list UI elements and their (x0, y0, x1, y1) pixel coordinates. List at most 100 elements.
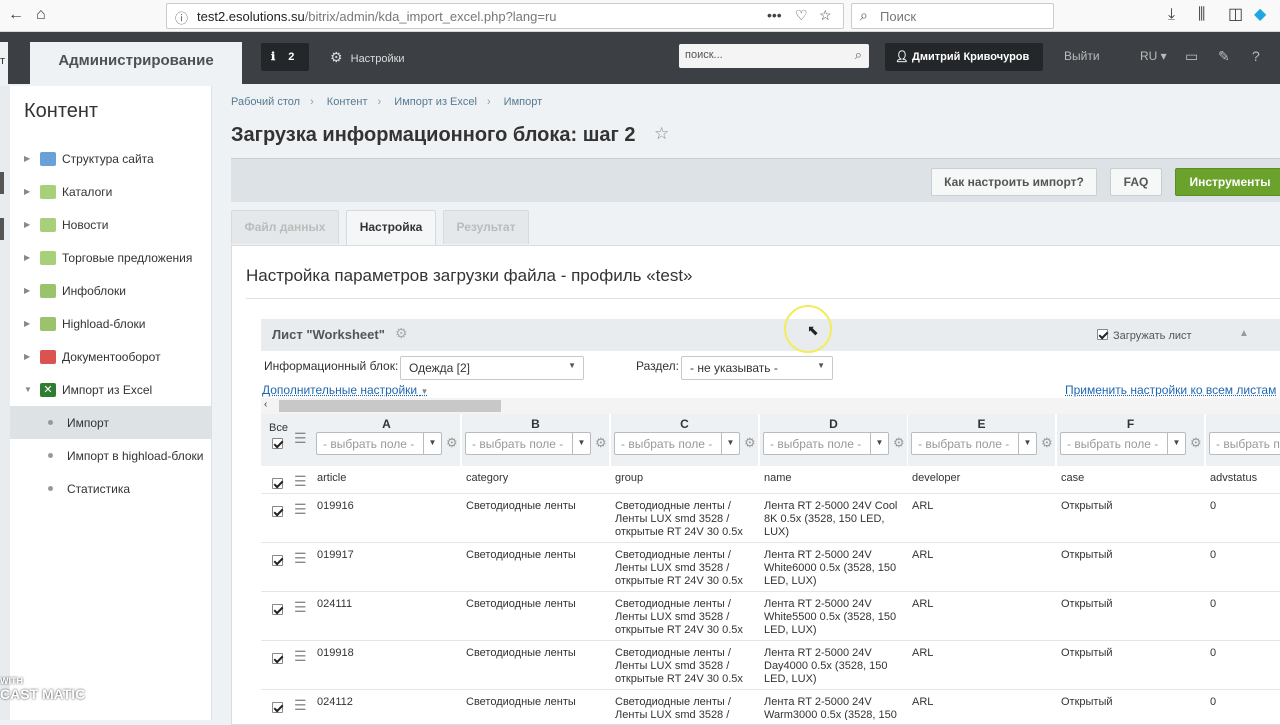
logout-link[interactable]: Выйти (1064, 49, 1100, 63)
checkbox-checked[interactable] (272, 702, 283, 713)
row-checkbox[interactable] (272, 701, 283, 716)
sidebar-item-infoblocks[interactable]: ▶ Инфоблоки (10, 274, 211, 307)
scroll-left-icon[interactable]: ‹ (264, 399, 267, 410)
column-gear-icon[interactable]: ⚙ (446, 435, 458, 451)
column-gear-icon[interactable]: ⚙ (1190, 435, 1202, 451)
apply-all-sheets-link[interactable]: Применить настройки ко всем листам (1065, 383, 1276, 397)
sidebar-item-catalogs[interactable]: ▶ Каталоги (10, 175, 211, 208)
field-select[interactable]: - выбрать поле -▼ (614, 432, 740, 455)
checkbox-checked[interactable] (272, 506, 283, 517)
sidebar-item-excel-import[interactable]: ▼ ✕ Импорт из Excel (10, 373, 211, 406)
downloads-icon[interactable]: ⤓ (1168, 5, 1175, 25)
sidebar-item-highload[interactable]: ▶ Highload-блоки (10, 307, 211, 340)
row-checkbox[interactable] (272, 477, 283, 492)
help-icon[interactable]: ? (1252, 48, 1260, 64)
sidebar-item-documents[interactable]: ▶ Документооборот (10, 340, 211, 373)
load-sheet-checkbox[interactable] (1097, 328, 1108, 343)
row-menu-icon[interactable]: ☰ (294, 550, 307, 567)
pin-icon[interactable]: ✎ (1218, 48, 1230, 65)
desktop-icon[interactable]: ▭ (1185, 48, 1198, 65)
row-menu-icon[interactable]: ☰ (294, 473, 307, 490)
column-gear-icon[interactable]: ⚙ (595, 435, 607, 451)
bookmark-star-icon[interactable]: ☆ (819, 7, 832, 24)
breadcrumb-link[interactable]: Контент (327, 96, 368, 108)
site-tab-fragment[interactable]: т (0, 42, 8, 84)
notifications-button[interactable]: ℹ︎ 2 (261, 43, 309, 71)
tools-button[interactable]: Инструменты (1175, 168, 1280, 196)
tab-result[interactable]: Результат (443, 210, 529, 244)
select-all-checkbox[interactable] (272, 437, 283, 452)
dropdown-arrow-icon: ▼ (817, 361, 825, 370)
sidebar-item-site-structure[interactable]: ▶ Структура сайта (10, 142, 211, 175)
sidebar-item-offers[interactable]: ▶ Торговые предложения (10, 241, 211, 274)
section-select[interactable]: - не указывать - ▼ (681, 356, 833, 380)
field-select[interactable]: - выбрать поле -▼ (763, 432, 889, 455)
field-select[interactable]: - выбрать поле -▼ (1209, 432, 1280, 455)
expand-arrow-icon[interactable]: ▶ (24, 253, 40, 262)
user-menu-button[interactable]: 👤︎ Дмитрий Кривочуров (885, 43, 1043, 71)
how-to-import-button[interactable]: Как настроить импорт? (931, 168, 1097, 196)
horizontal-scrollbar[interactable]: ‹ › (261, 398, 1280, 414)
row-menu-icon[interactable]: ☰ (294, 501, 307, 518)
language-selector[interactable]: RU ▾ (1140, 49, 1167, 63)
tab-data-file[interactable]: Файл данных (231, 210, 339, 244)
expand-arrow-icon[interactable]: ▶ (24, 352, 40, 361)
administration-tab[interactable]: Администрирование (30, 42, 242, 84)
favorite-star-icon[interactable]: ☆ (654, 124, 669, 144)
page-actions-icon[interactable]: ••• (767, 7, 782, 23)
site-info-icon[interactable]: ⓘ (175, 8, 188, 27)
checkbox-checked[interactable] (272, 438, 283, 449)
tab-settings[interactable]: Настройка (346, 210, 436, 245)
breadcrumb-link[interactable]: Импорт из Excel (394, 96, 477, 108)
field-select[interactable]: - выбрать поле -▼ (316, 432, 442, 455)
checkbox-checked[interactable] (1097, 329, 1108, 340)
row-menu-icon[interactable]: ☰ (294, 648, 307, 665)
row-checkbox[interactable] (272, 652, 283, 667)
field-select[interactable]: - выбрать поле -▼ (1060, 432, 1186, 455)
back-arrow-icon[interactable]: ← (8, 5, 24, 25)
breadcrumb-link[interactable]: Рабочий стол (231, 96, 300, 108)
checkbox-checked[interactable] (272, 604, 283, 615)
column-gear-icon[interactable]: ⚙ (893, 435, 905, 451)
extension-icon[interactable]: ◆ (1254, 5, 1266, 25)
field-select[interactable]: - выбрать поле -▼ (465, 432, 591, 455)
expand-arrow-icon[interactable]: ▶ (24, 319, 40, 328)
row-menu-icon[interactable]: ☰ (294, 599, 307, 616)
row-checkbox[interactable] (272, 603, 283, 618)
checkbox-checked[interactable] (272, 478, 283, 489)
collapse-up-icon[interactable]: ▲ (1239, 328, 1249, 339)
sidebar-toggle-icon[interactable]: ◫ (1228, 5, 1243, 25)
sidebar-subitem-statistics[interactable]: Статистика (10, 472, 211, 505)
collapse-arrow-icon[interactable]: ▼ (24, 385, 40, 394)
row-checkbox[interactable] (272, 505, 283, 520)
admin-search-input[interactable]: поиск... ⌕ (679, 44, 869, 68)
column-gear-icon[interactable]: ⚙ (1041, 435, 1053, 451)
row-checkbox[interactable] (272, 554, 283, 569)
row-menu-icon[interactable]: ☰ (294, 697, 307, 714)
settings-button[interactable]: ⚙ Настройки (330, 49, 405, 66)
menu-icon[interactable]: ☰ (294, 430, 307, 447)
home-icon[interactable]: ⌂ (36, 5, 46, 25)
faq-button[interactable]: FAQ (1110, 168, 1162, 196)
sidebar-subitem-highload-import[interactable]: Импорт в highload-блоки (10, 439, 211, 472)
sidebar-subitem-import[interactable]: Импорт (10, 406, 211, 439)
sidebar-item-news[interactable]: ▶ Новости (10, 208, 211, 241)
expand-arrow-icon[interactable]: ▶ (24, 286, 40, 295)
column-gear-icon[interactable]: ⚙ (744, 435, 756, 451)
field-select[interactable]: - выбрать поле -▼ (911, 432, 1037, 455)
left-collapse-strip[interactable] (0, 86, 10, 720)
sheet-gear-icon[interactable]: ⚙ (395, 325, 408, 342)
pocket-icon[interactable]: ♡ (795, 7, 808, 24)
expand-arrow-icon[interactable]: ▶ (24, 220, 40, 229)
breadcrumb-link[interactable]: Импорт (504, 96, 542, 108)
browser-search-field[interactable]: ⌕ Поиск (851, 3, 1054, 29)
expand-arrow-icon[interactable]: ▶ (24, 154, 40, 163)
library-icon[interactable]: ⫼ (1198, 5, 1205, 25)
expand-arrow-icon[interactable]: ▶ (24, 187, 40, 196)
checkbox-checked[interactable] (272, 653, 283, 664)
iblock-select[interactable]: Одежда [2] ▼ (400, 356, 584, 380)
address-bar[interactable]: ⓘ test2.esolutions.su/bitrix/admin/kda_i… (166, 3, 844, 29)
scrollbar-thumb[interactable] (279, 400, 501, 412)
checkbox-checked[interactable] (272, 555, 283, 566)
extra-settings-link[interactable]: Дополнительные настройки ▼ (262, 383, 428, 397)
